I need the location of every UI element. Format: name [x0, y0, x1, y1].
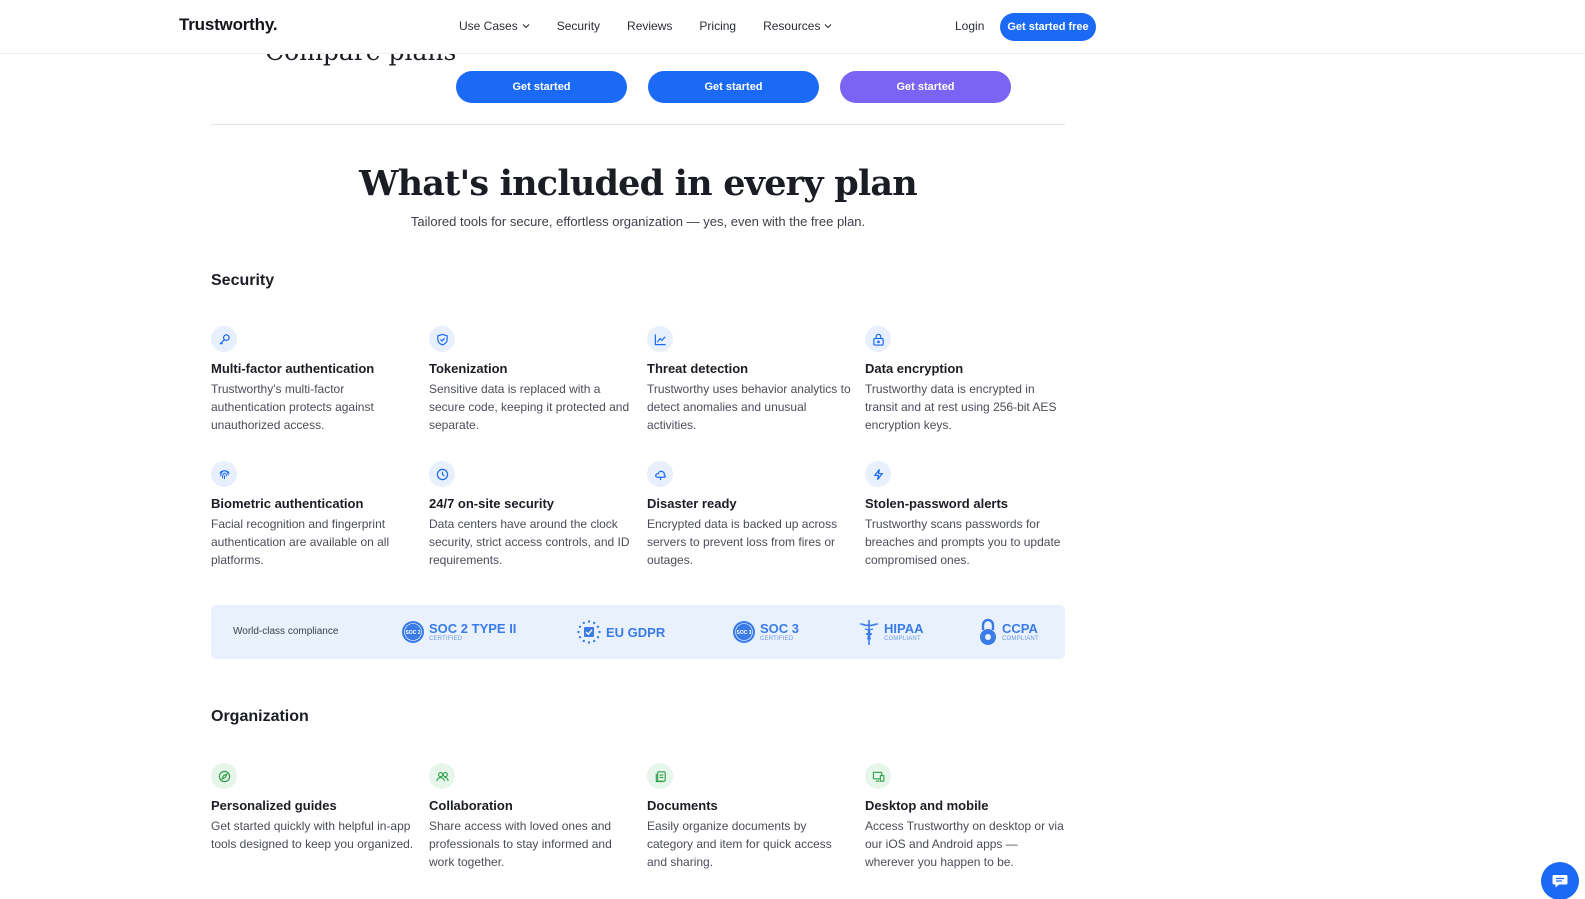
page-subtitle: Tailored tools for secure, effortless or…: [410, 214, 866, 229]
feature-stolen-password-alerts: Stolen-password alerts Trustworthy scans…: [865, 461, 1069, 569]
lightning-icon: [865, 461, 891, 487]
feature-title: Biometric authentication: [211, 496, 364, 511]
feature-threat-detection: Threat detection Trustworthy uses behavi…: [647, 326, 851, 434]
top-navigation: Trustworthy. Use Cases Security Reviews …: [0, 0, 1585, 54]
soc3-seal-icon: SOC 3: [733, 621, 755, 643]
feature-description: Trustworthy's multi-factor authenticatio…: [211, 382, 374, 432]
feature-tokenization: Tokenization Sensitive data is replaced …: [429, 326, 633, 434]
devices-icon: [865, 763, 891, 789]
feature-collaboration: Collaboration Share access with loved on…: [429, 763, 633, 871]
get-started-button-plan-2[interactable]: Get started: [648, 71, 819, 103]
documents-icon: [647, 763, 673, 789]
feature-title: Personalized guides: [211, 798, 337, 813]
soc3-seal-text: SOC 3: [736, 630, 751, 636]
get-started-button-plan-3[interactable]: Get started: [840, 71, 1011, 103]
nav-pricing[interactable]: Pricing: [699, 19, 736, 33]
chevron-down-icon: [825, 24, 832, 29]
soc3-sub: CERTIFIED: [760, 636, 794, 642]
get-started-button-plan-1[interactable]: Get started: [456, 71, 627, 103]
feature-title: Desktop and mobile: [865, 798, 989, 813]
ccpa-name: CCPA: [1002, 621, 1038, 636]
people-icon: [429, 763, 455, 789]
compliance-label: World-class compliance: [233, 626, 339, 637]
feature-description: Get started quickly with helpful in-app …: [211, 819, 414, 851]
feature-title: Collaboration: [429, 798, 513, 813]
feature-data-encryption: Data encryption Trustworthy data is encr…: [865, 326, 1069, 434]
feature-disaster-ready: Disaster ready Encrypted data is backed …: [647, 461, 851, 569]
feature-desktop-and-mobile: Desktop and mobile Access Trustworthy on…: [865, 763, 1069, 871]
nav-use-cases[interactable]: Use Cases: [459, 19, 530, 33]
feature-description: Sensitive data is replaced with a secure…: [429, 382, 630, 432]
soc2-badge: SOC 2 SOC 2 TYPE II CERTIFIED: [401, 617, 516, 647]
get-started-free-button[interactable]: Get started free: [1000, 13, 1096, 41]
soc2-name: SOC 2 TYPE II: [429, 621, 517, 636]
feature-description: Easily organize documents by category an…: [647, 819, 832, 869]
ccpa-badge: CCPA COMPLIANT: [978, 617, 1039, 647]
gdpr-name: EU GDPR: [606, 624, 666, 640]
feature-multi-factor-authentication: Multi-factor authentication Trustworthy'…: [211, 326, 415, 434]
chat-button[interactable]: [1541, 862, 1579, 899]
feature-title: Data encryption: [865, 361, 964, 376]
feature-biometric-authentication: Biometric authentication Facial recognit…: [211, 461, 415, 569]
cloud-icon: [647, 461, 673, 487]
caduceus-icon: [859, 620, 879, 645]
trend-chart-icon: [647, 326, 673, 352]
eu-stars-icon: [577, 620, 601, 644]
nav-use-cases-label: Use Cases: [459, 19, 518, 33]
section-divider: [211, 124, 1065, 125]
feature-title: Documents: [647, 798, 718, 813]
feature-title: 24/7 on-site security: [429, 496, 554, 511]
feature-description: Encrypted data is backed up across serve…: [647, 517, 838, 567]
compass-icon: [211, 763, 237, 789]
nav-reviews[interactable]: Reviews: [627, 19, 672, 33]
key-icon: [211, 326, 237, 352]
clock-icon: [429, 461, 455, 487]
feature-documents: Documents Easily organize documents by c…: [647, 763, 851, 871]
ccpa-sub: COMPLIANT: [1002, 636, 1039, 642]
security-section-title: Security: [211, 272, 275, 289]
nav-reviews-label: Reviews: [627, 19, 673, 33]
feature-title: Threat detection: [647, 361, 749, 376]
soc3-badge: SOC 3 SOC 3 CERTIFIED: [732, 617, 799, 647]
soc3-name: SOC 3: [760, 621, 800, 636]
gdpr-badge: EU GDPR: [576, 617, 665, 647]
feature-title: Disaster ready: [647, 496, 737, 511]
nav-security[interactable]: Security: [557, 19, 600, 33]
page-title: What's included in every plan: [359, 163, 918, 204]
feature-247-on-site-security: 24/7 on-site security Data centers have …: [429, 461, 633, 569]
compliance-bar: World-class compliance SOC 2 SOC 2 TYPE …: [211, 605, 1065, 659]
nav-resources-label: Resources: [763, 19, 821, 33]
nav-pricing-label: Pricing: [699, 19, 737, 33]
chat-icon: [1552, 875, 1568, 888]
logo[interactable]: Trustworthy.: [179, 15, 278, 35]
lock-icon: [865, 326, 891, 352]
feature-description: Trustworthy data is encrypted in transit…: [865, 382, 1057, 432]
hipaa-badge: HIPAA COMPLIANT: [858, 617, 923, 647]
fingerprint-icon: [211, 461, 237, 487]
feature-personalized-guides: Personalized guides Get started quickly …: [211, 763, 415, 853]
organization-section-title: Organization: [211, 708, 309, 725]
nav-security-label: Security: [556, 19, 601, 33]
soc2-seal-text: SOC 2: [405, 630, 420, 636]
hipaa-name: HIPAA: [884, 621, 924, 636]
feature-description: Share access with loved ones and profess…: [429, 819, 612, 869]
feature-description: Access Trustworthy on desktop or via our…: [865, 819, 1064, 869]
feature-description: Trustworthy scans passwords for breaches…: [865, 517, 1061, 567]
feature-title: Tokenization: [429, 361, 508, 376]
feature-title: Stolen-password alerts: [865, 496, 1009, 511]
soc2-sub: CERTIFIED: [429, 636, 463, 642]
login-link[interactable]: Login: [955, 19, 984, 33]
feature-description: Trustworthy uses behavior analytics to d…: [647, 382, 851, 432]
padlock-icon: [980, 618, 996, 645]
chevron-down-icon: [522, 24, 530, 29]
shield-check-icon: [429, 326, 455, 352]
feature-description: Data centers have around the clock secur…: [429, 517, 630, 567]
nav-resources[interactable]: Resources: [763, 19, 832, 33]
feature-title: Multi-factor authentication: [211, 361, 375, 376]
nav-links: Use Cases Security Reviews Pricing Resou…: [459, 19, 859, 33]
feature-description: Facial recognition and fingerprint authe…: [211, 517, 390, 567]
hipaa-sub: COMPLIANT: [884, 636, 921, 642]
soc2-seal-icon: SOC 2: [402, 621, 424, 643]
